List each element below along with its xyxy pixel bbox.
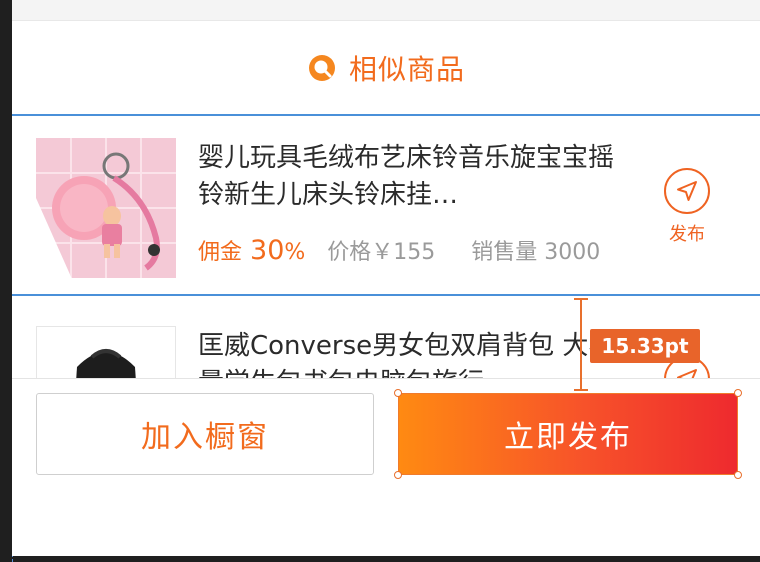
product-card[interactable]: 婴儿玩具毛绒布艺床铃音乐旋宝宝摇铃新生儿床头铃床挂… 佣金 30 % 价格￥15… — [12, 114, 760, 296]
measure-cap — [574, 389, 588, 391]
send-icon[interactable] — [664, 168, 710, 214]
publish-label: 发布 — [669, 224, 705, 245]
product-meta: 佣金 30 % 价格￥155 销售量 3000 — [198, 234, 600, 268]
commission-percent: % — [284, 240, 306, 265]
measure-cap — [574, 298, 588, 300]
product-sales: 销售量 3000 — [471, 240, 601, 265]
similar-products-header: 相似商品 — [12, 22, 760, 114]
measurement-label: 15.33pt — [590, 329, 700, 363]
selection-handle[interactable] — [734, 471, 742, 479]
add-to-window-button[interactable]: 加入橱窗 — [36, 393, 374, 475]
product-price: 价格￥155 — [327, 240, 436, 265]
measure-line — [580, 298, 582, 390]
app-canvas: 相似商品 婴儿玩具毛绒布艺床铃音乐旋宝宝摇铃新生儿床头铃床挂… 佣金 30 % … — [12, 0, 760, 556]
section-title: 相似商品 — [348, 53, 465, 86]
commission-label: 佣金 — [198, 240, 243, 265]
selection-handle[interactable] — [734, 389, 742, 397]
search-q-icon — [308, 55, 335, 81]
commission-value: 30 — [250, 235, 285, 266]
bottom-action-bar: 加入橱窗 立即发布 — [12, 378, 760, 556]
product-image — [36, 138, 176, 278]
selection-handle[interactable] — [394, 389, 402, 397]
selection-handle[interactable] — [394, 471, 402, 479]
product-title: 婴儿玩具毛绒布艺床铃音乐旋宝宝摇铃新生儿床头铃床挂… — [198, 143, 615, 210]
publish-action[interactable]: 发布 — [662, 168, 712, 246]
top-strip — [12, 0, 760, 21]
publish-now-button[interactable]: 立即发布 — [398, 393, 738, 475]
